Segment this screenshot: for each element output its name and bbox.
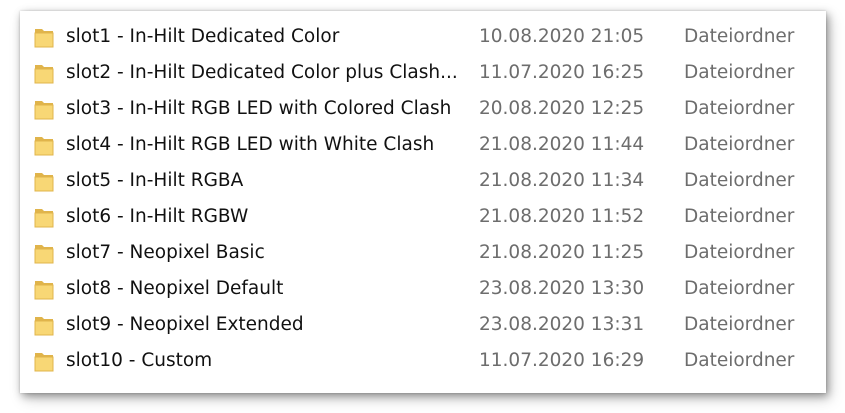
modified-date: 23.08.2020 13:30 (479, 278, 645, 299)
screenshot-canvas: slot1 - In-Hilt Dedicated Color 10.08.20… (0, 0, 845, 413)
item-type: Dateiordner (684, 314, 795, 335)
modified-date: 21.08.2020 11:34 (479, 170, 645, 191)
file-row-6[interactable]: slot6 - In-Hilt RGBW 21.08.2020 11:52 Da… (20, 199, 826, 235)
item-type: Dateiordner (684, 26, 795, 47)
item-type: Dateiordner (684, 170, 795, 191)
folder-icon (34, 170, 54, 192)
file-row-8[interactable]: slot8 - Neopixel Default 23.08.2020 13:3… (20, 271, 826, 307)
modified-date: 21.08.2020 11:52 (479, 206, 645, 227)
modified-date: 10.08.2020 21:05 (479, 26, 645, 47)
folder-icon (34, 278, 54, 300)
file-row-1[interactable]: slot1 - In-Hilt Dedicated Color 10.08.20… (20, 19, 826, 55)
folder-icon (34, 314, 54, 336)
file-row-3[interactable]: slot3 - In-Hilt RGB LED with Colored Cla… (20, 91, 826, 127)
folder-name: slot10 - Custom (66, 350, 213, 371)
item-type: Dateiordner (684, 350, 795, 371)
item-type: Dateiordner (684, 98, 795, 119)
file-list-window: slot1 - In-Hilt Dedicated Color 10.08.20… (20, 11, 826, 393)
folder-name: slot6 - In-Hilt RGBW (66, 206, 249, 227)
modified-date: 21.08.2020 11:25 (479, 242, 645, 263)
folder-icon (34, 206, 54, 228)
folder-name: slot5 - In-Hilt RGBA (66, 170, 244, 191)
folder-name: slot8 - Neopixel Default (66, 278, 284, 299)
folder-name: slot7 - Neopixel Basic (66, 242, 265, 263)
item-type: Dateiordner (684, 278, 795, 299)
folder-icon (34, 98, 54, 120)
file-row-7[interactable]: slot7 - Neopixel Basic 21.08.2020 11:25 … (20, 235, 826, 271)
file-row-5[interactable]: slot5 - In-Hilt RGBA 21.08.2020 11:34 Da… (20, 163, 826, 199)
folder-icon (34, 242, 54, 264)
modified-date: 11.07.2020 16:25 (479, 62, 645, 83)
folder-name: slot2 - In-Hilt Dedicated Color plus Cla… (66, 62, 458, 83)
folder-icon (34, 350, 54, 372)
item-type: Dateiordner (684, 206, 795, 227)
modified-date: 20.08.2020 12:25 (479, 98, 645, 119)
modified-date: 23.08.2020 13:31 (479, 314, 645, 335)
folder-name: slot1 - In-Hilt Dedicated Color (66, 26, 340, 47)
item-type: Dateiordner (684, 242, 795, 263)
folder-icon (34, 26, 54, 48)
item-type: Dateiordner (684, 62, 795, 83)
modified-date: 21.08.2020 11:44 (479, 134, 645, 155)
modified-date: 11.07.2020 16:29 (479, 350, 645, 371)
file-row-10[interactable]: slot10 - Custom 11.07.2020 16:29 Dateior… (20, 343, 826, 379)
item-type: Dateiordner (684, 134, 795, 155)
folder-name: slot4 - In-Hilt RGB LED with White Clash (66, 134, 435, 155)
folder-icon (34, 134, 54, 156)
file-row-9[interactable]: slot9 - Neopixel Extended 23.08.2020 13:… (20, 307, 826, 343)
folder-icon (34, 62, 54, 84)
folder-name: slot9 - Neopixel Extended (66, 314, 304, 335)
file-row-4[interactable]: slot4 - In-Hilt RGB LED with White Clash… (20, 127, 826, 163)
file-row-2[interactable]: slot2 - In-Hilt Dedicated Color plus Cla… (20, 55, 826, 91)
file-list: slot1 - In-Hilt Dedicated Color 10.08.20… (20, 19, 826, 379)
folder-name: slot3 - In-Hilt RGB LED with Colored Cla… (66, 98, 452, 119)
